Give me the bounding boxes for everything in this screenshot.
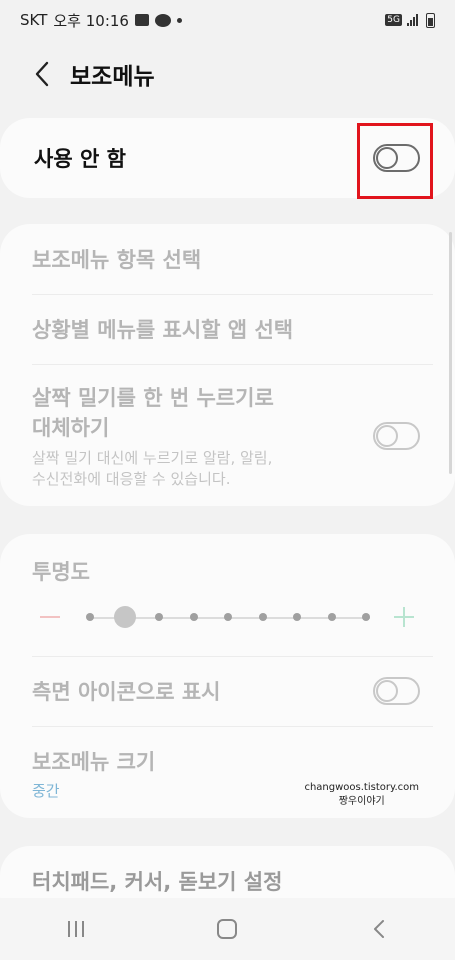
minus-icon[interactable]	[40, 616, 60, 618]
status-bar: SKT 오후 10:16 5G	[0, 0, 455, 40]
menu-items-select-row[interactable]: 보조메뉴 항목 선택	[32, 244, 433, 274]
nav-back-button[interactable]	[349, 909, 409, 949]
side-icon-toggle[interactable]	[373, 677, 420, 705]
transparency-slider-step[interactable]	[327, 613, 336, 621]
appearance-settings-card: 투명도 측면 아이콘으로 표시 보조메뉴 크기 중간	[0, 534, 455, 818]
message-icon	[134, 14, 149, 26]
back-icon	[374, 920, 385, 938]
recents-icon	[67, 921, 84, 937]
home-icon	[217, 919, 238, 939]
master-switch-label: 사용 안 함	[34, 147, 126, 171]
menu-size-label: 보조메뉴 크기	[32, 750, 156, 774]
menu-settings-card: 보조메뉴 항목 선택 상황별 메뉴를 표시할 앱 선택 살짝 밀기를 한 번 누…	[0, 224, 455, 506]
divider	[32, 364, 433, 365]
context-menu-apps-row[interactable]: 상황별 메뉴를 표시할 앱 선택	[32, 314, 433, 344]
divider	[32, 656, 433, 657]
transparency-slider-step[interactable]	[155, 613, 163, 621]
transparency-slider-step[interactable]	[86, 613, 94, 621]
transparency-slider-step[interactable]	[258, 613, 267, 621]
transparency-row: 투명도	[32, 556, 433, 586]
carrier-label: SKT	[20, 11, 48, 29]
swipe-to-tap-toggle[interactable]	[373, 422, 420, 450]
transparency-slider-step[interactable]	[189, 613, 198, 621]
watermark-url: changwoos.tistory.com	[304, 782, 419, 793]
context-menu-apps-label: 상황별 메뉴를 표시할 앱 선택	[32, 318, 294, 342]
clock: 오후 10:16	[53, 11, 129, 30]
transparency-slider-step[interactable]	[224, 613, 232, 621]
home-button[interactable]	[197, 909, 257, 949]
swipe-to-tap-description-line2: 수신전화에 대응할 수 있습니다.	[32, 470, 231, 488]
chevron-left-icon	[35, 61, 49, 87]
page-title: 보조메뉴	[70, 64, 155, 90]
transparency-slider-step[interactable]	[293, 613, 301, 621]
scrollbar[interactable]	[449, 232, 452, 474]
menu-items-select-label: 보조메뉴 항목 선택	[32, 248, 202, 272]
battery-icon	[426, 12, 435, 28]
touchpad-settings-label: 터치패드, 커서, 돋보기 설정	[32, 870, 283, 894]
highlight-annotation	[357, 123, 433, 199]
navigation-bar	[0, 898, 455, 960]
signal-icon	[407, 14, 421, 26]
transparency-label: 투명도	[32, 560, 90, 584]
back-button[interactable]	[22, 54, 62, 94]
plus-icon[interactable]	[394, 607, 414, 627]
5g-icon: 5G	[385, 14, 402, 26]
transparency-slider-thumb[interactable]	[113, 606, 136, 628]
recents-button[interactable]	[46, 909, 106, 949]
divider	[32, 294, 433, 295]
notification-dot-icon	[176, 17, 182, 23]
swipe-to-tap-label-line1: 살짝 밀기를 한 번 누르기로	[32, 386, 274, 410]
touchpad-settings-row[interactable]: 터치패드, 커서, 돋보기 설정	[32, 866, 433, 896]
transparency-slider-step[interactable]	[362, 613, 370, 621]
app-header: 보조메뉴	[0, 46, 455, 102]
watermark-blog-name: 짱우이야기	[338, 796, 385, 807]
swipe-to-tap-description-line1: 살짝 밀기 대신에 누르기로 알람, 알림,	[32, 449, 273, 467]
watermark: changwoos.tistory.com 짱우이야기	[304, 781, 419, 809]
divider	[32, 726, 433, 727]
kakaotalk-icon	[154, 13, 171, 27]
